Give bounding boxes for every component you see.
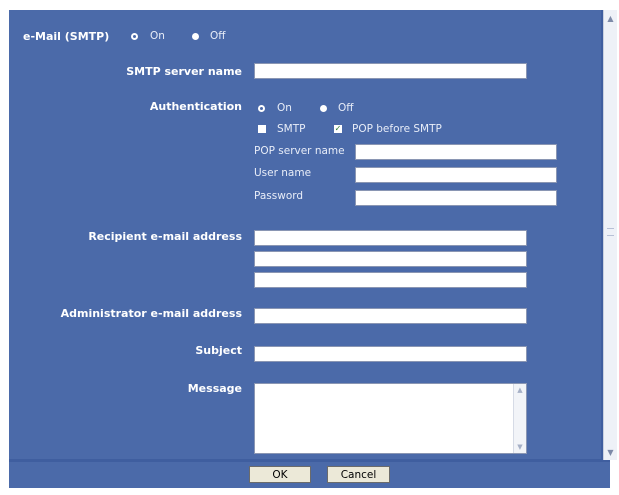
cancel-button[interactable]: Cancel [327, 466, 390, 483]
recipient-input-3[interactable] [254, 272, 527, 288]
email-on-radio[interactable] [131, 33, 138, 40]
smtp-server-label: SMTP server name [126, 65, 242, 78]
message-textarea[interactable]: ▲ ▼ [254, 383, 527, 454]
email-off-radio[interactable] [192, 33, 199, 40]
settings-dialog: e-Mail (SMTP) On Off SMTP server name Au… [9, 10, 617, 488]
message-scroll-down-icon[interactable]: ▼ [514, 443, 526, 451]
administrator-label: Administrator e-mail address [60, 307, 242, 320]
pop-server-input[interactable] [355, 144, 557, 160]
smtp-auth-checkbox[interactable] [258, 125, 266, 133]
password-label: Password [254, 190, 304, 202]
dialog-footer: OK Cancel [9, 462, 610, 488]
settings-panel: e-Mail (SMTP) On Off SMTP server name Au… [9, 10, 601, 459]
pop-before-smtp-checkbox[interactable]: ✓ [334, 125, 342, 133]
smtp-auth-label: SMTP [277, 123, 306, 135]
recipient-label: Recipient e-mail address [88, 230, 242, 243]
checkmark-icon: ✓ [334, 124, 342, 133]
smtp-server-input[interactable] [254, 63, 527, 79]
user-name-label: User name [254, 167, 312, 179]
authentication-off-radio[interactable] [320, 105, 327, 112]
authentication-label: Authentication [149, 100, 242, 113]
scroll-down-icon[interactable]: ▼ [604, 446, 617, 459]
authentication-on-label: On [277, 102, 292, 114]
message-label: Message [187, 382, 242, 395]
page-scrollbar[interactable]: ▲ ▼ [603, 10, 617, 460]
message-scrollbar[interactable]: ▲ ▼ [513, 384, 526, 453]
recipient-input-1[interactable] [254, 230, 527, 246]
pop-server-label: POP server name [254, 145, 345, 157]
recipient-input-2[interactable] [254, 251, 527, 267]
subject-label: Subject [195, 344, 242, 357]
scroll-grip[interactable] [607, 228, 614, 236]
pop-before-smtp-label: POP before SMTP [352, 123, 442, 135]
scroll-up-icon[interactable]: ▲ [604, 12, 617, 25]
email-off-label: Off [210, 30, 226, 42]
password-input[interactable] [355, 190, 557, 206]
user-name-input[interactable] [355, 167, 557, 183]
subject-input[interactable] [254, 346, 527, 362]
email-on-label: On [150, 30, 165, 42]
ok-button[interactable]: OK [249, 466, 311, 483]
administrator-input[interactable] [254, 308, 527, 324]
message-scroll-up-icon[interactable]: ▲ [514, 386, 526, 394]
authentication-off-label: Off [338, 102, 354, 114]
email-smtp-title: e-Mail (SMTP) [23, 30, 110, 43]
authentication-on-radio[interactable] [258, 105, 265, 112]
